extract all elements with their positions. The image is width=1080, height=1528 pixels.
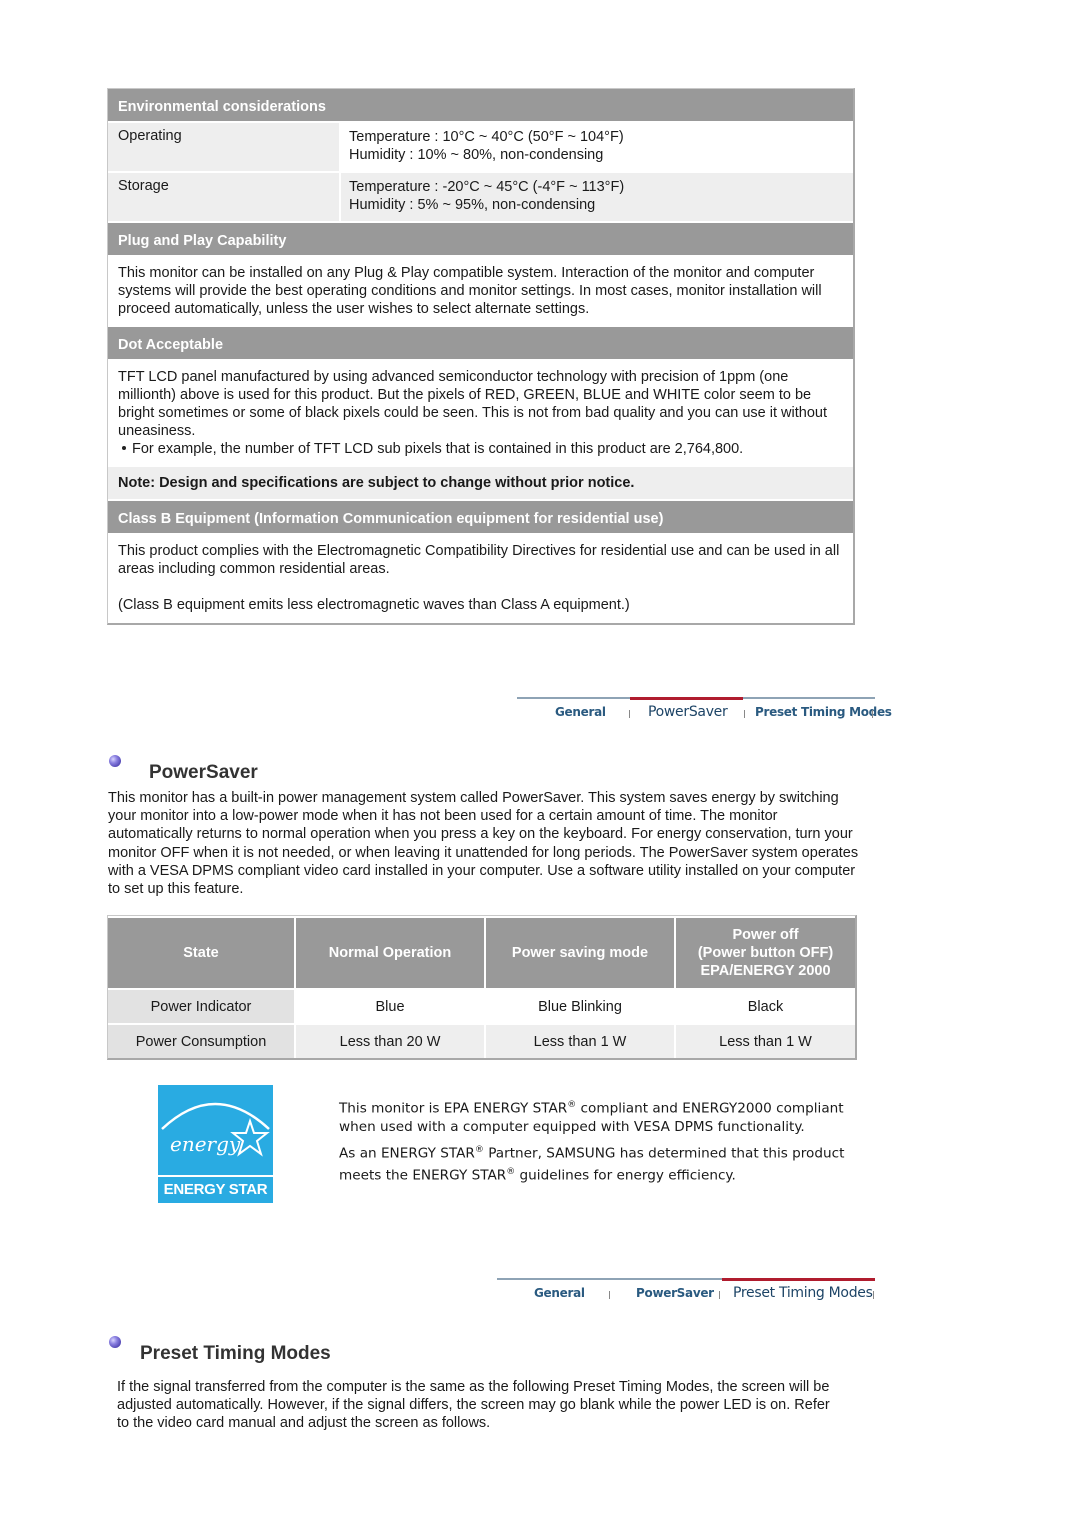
header-power-off-line1: Power off <box>732 927 799 943</box>
operating-temperature: Temperature : 10°C ~ 40°C (50°F ~ 104°F) <box>349 129 624 145</box>
cell: Blue Blinking <box>486 990 676 1025</box>
spec-table: Environmental considerations Operating T… <box>107 88 855 625</box>
table-row: Power Consumption Less than 20 W Less th… <box>108 1025 855 1058</box>
section-nav: General PowerSaver Preset Timing Modes <box>517 697 892 727</box>
dot-acceptable-bullet: For example, the number of TFT LCD sub p… <box>118 440 843 458</box>
header-state: State <box>108 916 296 990</box>
energy-star-paragraph-1: This monitor is EPA ENERGY STAR® complia… <box>339 1096 859 1137</box>
tab-separator <box>872 710 873 718</box>
row-value: Temperature : -20°C ~ 45°C (-4°F ~ 113°F… <box>341 173 853 221</box>
registered-mark: ® <box>474 1144 484 1155</box>
tab-preset-timing-modes[interactable]: Preset Timing Modes <box>733 1285 873 1301</box>
powersaver-text: This monitor has a built-in power manage… <box>108 790 859 898</box>
tab-powersaver[interactable]: PowerSaver <box>648 704 728 720</box>
header-power-off-line2: (Power button OFF) <box>697 945 834 961</box>
tab-powersaver[interactable]: PowerSaver <box>636 1286 714 1300</box>
bullet-icon <box>122 446 126 451</box>
storage-temperature: Temperature : -20°C ~ 45°C (-4°F ~ 113°F… <box>349 179 625 195</box>
text: As an ENERGY STAR <box>339 1145 475 1162</box>
dot-acceptable-body: TFT LCD panel manufactured by using adva… <box>108 361 853 465</box>
tab-separator <box>609 1291 610 1299</box>
class-b-heading: Class B Equipment (Information Communica… <box>108 499 853 535</box>
section-nav: General PowerSaver Preset Timing Modes <box>497 1278 875 1308</box>
energy-star-statement: This monitor is EPA ENERGY STAR® complia… <box>339 1096 859 1185</box>
plug-and-play-heading: Plug and Play Capability <box>108 221 853 257</box>
tab-separator <box>744 710 745 718</box>
energy-star-band: ENERGY STAR <box>158 1175 273 1203</box>
power-table: State Normal Operation Power saving mode… <box>107 915 857 1060</box>
tab-separator <box>873 1291 874 1299</box>
registered-mark: ® <box>567 1100 577 1110</box>
row-label: Operating <box>108 123 341 171</box>
header-power-off: Power off (Power button OFF) EPA/ENERGY … <box>676 916 855 990</box>
bullet-orb-icon <box>109 755 121 767</box>
row-label: Storage <box>108 173 341 221</box>
energy-star-logo: energy ENERGY STAR <box>158 1085 273 1203</box>
preset-timing-text: If the signal transferred from the compu… <box>117 1379 830 1432</box>
header-power-off-line3: EPA/ENERGY 2000 <box>700 963 831 979</box>
cell: Less than 20 W <box>296 1025 486 1058</box>
environmental-heading: Environmental considerations <box>108 89 853 123</box>
active-tab-indicator <box>630 697 743 700</box>
cell: Black <box>676 990 855 1025</box>
bullet-text: For example, the number of TFT LCD sub p… <box>132 441 744 457</box>
bullet-orb-icon <box>109 1336 121 1348</box>
change-notice: Note: Design and specifications are subj… <box>108 465 853 499</box>
energy-star-emblem-icon: energy <box>161 1102 270 1157</box>
text: This monitor is EPA ENERGY STAR <box>339 1100 568 1117</box>
energy-script: energy <box>170 1132 241 1156</box>
dot-acceptable-text: TFT LCD panel manufactured by using adva… <box>118 369 827 439</box>
registered-mark: ® <box>506 1166 516 1177</box>
operating-humidity: Humidity : 10% ~ 80%, non-condensing <box>349 147 604 163</box>
text: guidelines for energy efficiency. <box>515 1167 736 1184</box>
tab-general[interactable]: General <box>555 705 606 719</box>
tab-general[interactable]: General <box>534 1286 585 1300</box>
table-row: Operating Temperature : 10°C ~ 40°C (50°… <box>108 123 853 171</box>
row-label: Power Indicator <box>108 990 296 1025</box>
dot-acceptable-heading: Dot Acceptable <box>108 325 853 361</box>
cell: Less than 1 W <box>676 1025 855 1058</box>
tab-separator <box>629 710 630 718</box>
class-b-note: (Class B equipment emits less electromag… <box>108 578 853 623</box>
table-row: Storage Temperature : -20°C ~ 45°C (-4°F… <box>108 171 853 221</box>
row-label: Power Consumption <box>108 1025 296 1058</box>
row-value: Temperature : 10°C ~ 40°C (50°F ~ 104°F)… <box>341 123 853 171</box>
plug-and-play-text: This monitor can be installed on any Plu… <box>108 257 853 325</box>
tab-separator <box>719 1291 720 1299</box>
energy-star-paragraph-2: As an ENERGY STAR® Partner, SAMSUNG has … <box>339 1141 859 1185</box>
table-header-row: State Normal Operation Power saving mode… <box>108 916 855 990</box>
class-b-text: This product complies with the Electroma… <box>108 535 853 578</box>
table-row: Power Indicator Blue Blue Blinking Black <box>108 990 855 1025</box>
active-tab-indicator <box>722 1278 875 1281</box>
powersaver-title: PowerSaver <box>149 762 258 783</box>
cell: Less than 1 W <box>486 1025 676 1058</box>
preset-timing-title: Preset Timing Modes <box>140 1343 331 1364</box>
header-power-saving-mode: Power saving mode <box>486 916 676 990</box>
header-normal-operation: Normal Operation <box>296 916 486 990</box>
storage-humidity: Humidity : 5% ~ 95%, non-condensing <box>349 197 596 213</box>
cell: Blue <box>296 990 486 1025</box>
